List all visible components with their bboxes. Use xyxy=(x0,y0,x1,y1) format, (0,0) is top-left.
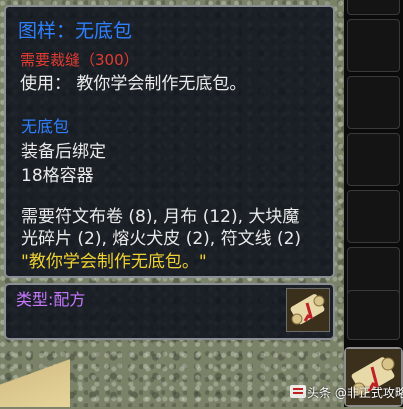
tooltip-title: 图样：无底包 xyxy=(18,20,133,42)
materials-line-2: 光碎片 (2), 熔火犬皮 (2), 符文线 (2) xyxy=(21,229,302,249)
bag-slot[interactable] xyxy=(347,190,400,243)
bag-slot[interactable] xyxy=(347,19,400,72)
profession-requirement: 需要裁缝（300） xyxy=(20,51,139,69)
item-tooltip: 图样：无底包 需要裁缝（300） 使用： 教你学会制作无底包。 无底包 装备后绑… xyxy=(4,5,335,278)
bag-slot[interactable] xyxy=(347,133,400,186)
materials-line-1: 需要符文布卷 (8), 月布 (12), 大块魔 xyxy=(21,207,300,227)
use-effect: 使用： 教你学会制作无底包。 xyxy=(20,74,247,94)
watermark-logo-icon xyxy=(290,385,306,398)
bag-slot[interactable] xyxy=(347,0,400,15)
bag-slot[interactable] xyxy=(347,290,400,340)
container-info: 18格容器 xyxy=(21,166,94,186)
recipe-scroll-icon[interactable] xyxy=(286,288,330,332)
bind-info: 装备后绑定 xyxy=(21,142,106,162)
flavor-quote: "教你学会制作无底包。" xyxy=(21,252,207,272)
item-name: 无底包 xyxy=(21,117,70,136)
sand-patch xyxy=(0,352,70,407)
bag-slot[interactable] xyxy=(347,76,400,129)
bag-slot-bar xyxy=(344,0,403,407)
watermark-text: 头条 @非正式攻略 xyxy=(307,386,403,400)
item-type-label: 类型:配方 xyxy=(16,290,86,309)
